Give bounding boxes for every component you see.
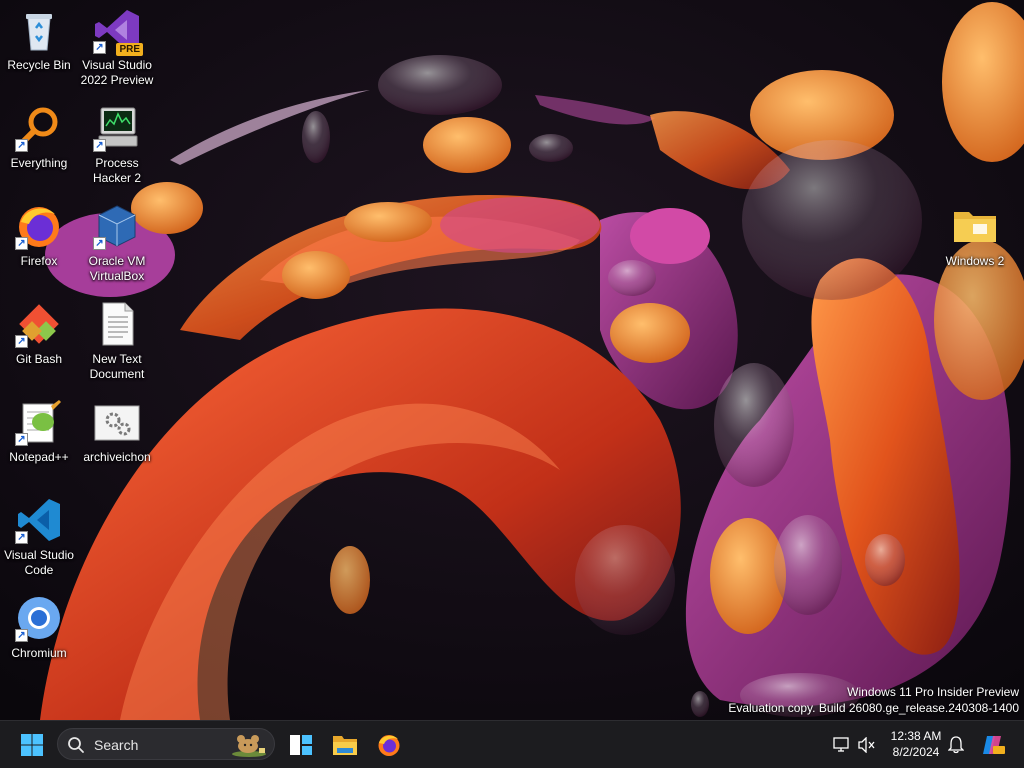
shortcut-arrow-icon: ↗	[15, 629, 28, 642]
start-icon	[21, 734, 43, 756]
task-view-icon	[290, 735, 312, 755]
desktop-icon-label: Notepad++	[9, 450, 69, 464]
firefox-icon: ↗	[15, 202, 63, 250]
desktop-icon-label: Everything	[10, 156, 68, 170]
shortcut-arrow-icon: ↗	[15, 139, 28, 152]
desktop-icon-process-hacker[interactable]: ↗ Process Hacker 2	[78, 104, 156, 186]
virtualbox-icon: ↗	[93, 202, 141, 250]
desktop-icon-label: Git Bash	[15, 352, 63, 366]
volume-muted-icon	[858, 737, 875, 753]
desktop-icon-git-bash[interactable]: ↗ Git Bash	[0, 300, 78, 367]
watermark-build: Evaluation copy. Build 26080.ge_release.…	[728, 701, 1019, 715]
search-placeholder: Search	[94, 737, 139, 753]
firefox-icon	[378, 735, 400, 756]
desktop-icon-label: Oracle VM VirtualBox	[88, 254, 146, 283]
chromium-icon: ↗	[15, 594, 63, 642]
desktop-icon-label: Visual Studio 2022 Preview	[80, 58, 154, 87]
network-status-button[interactable]	[832, 735, 852, 755]
desktop-icon-label: archiveichon	[83, 450, 151, 464]
process-hacker-icon: ↗	[93, 104, 141, 152]
desktop-icon-label: Firefox	[20, 254, 58, 268]
visual-studio-preview-icon: PRE ↗	[93, 6, 143, 56]
desktop-icon-everything[interactable]: ↗ Everything	[0, 104, 78, 171]
start-button[interactable]	[12, 725, 52, 765]
file-explorer-button[interactable]	[325, 725, 365, 765]
bell-icon	[948, 736, 964, 754]
desktop-icon-label: Windows 2	[945, 254, 1005, 268]
desktop-icon-vscode[interactable]: ↗ Visual Studio Code	[0, 496, 78, 578]
settings-file-icon	[93, 398, 141, 446]
preview-badge: PRE	[116, 43, 143, 56]
search-icon	[68, 737, 84, 753]
shortcut-arrow-icon: ↗	[15, 335, 28, 348]
windows-evaluation-watermark: Windows 11 Pro Insider Preview Evaluatio…	[728, 684, 1019, 716]
taskbar: Search 12:38 AM 8/2/2024	[0, 720, 1024, 768]
git-bash-icon: ↗	[15, 300, 63, 348]
desktop-icon-archiveichon[interactable]: archiveichon	[78, 398, 156, 465]
shortcut-arrow-icon: ↗	[15, 433, 28, 446]
desktop-icon-label: Recycle Bin	[7, 58, 71, 72]
shortcut-arrow-icon: ↗	[93, 237, 106, 250]
desktop-icon-label: New Text Document	[89, 352, 145, 381]
volume-muted-button[interactable]	[856, 735, 876, 755]
shortcut-arrow-icon: ↗	[15, 237, 28, 250]
text-document-icon	[93, 300, 141, 348]
taskbar-search-box[interactable]: Search	[57, 728, 275, 760]
clock-date: 8/2/2024	[892, 745, 940, 759]
task-view-button[interactable]	[281, 725, 321, 765]
firefox-taskbar-button[interactable]	[369, 725, 409, 765]
shortcut-arrow-icon: ↗	[93, 41, 106, 54]
search-highlight-mouse-icon	[232, 735, 266, 757]
desktop-icon-chromium[interactable]: ↗ Chromium	[0, 594, 78, 661]
file-explorer-icon	[333, 736, 357, 755]
desktop-icon-notepad-plus-plus[interactable]: ↗ Notepad++	[0, 398, 78, 465]
notifications-button[interactable]	[946, 735, 966, 755]
desktop-icon-label: Chromium	[11, 646, 67, 660]
clock-time: 12:38 AM	[890, 729, 942, 743]
network-monitor-icon	[833, 737, 849, 752]
desktop-icon-virtualbox[interactable]: ↗ Oracle VM VirtualBox	[78, 202, 156, 284]
copilot-preview-icon	[983, 736, 1005, 754]
desktop-icon-recycle-bin[interactable]: Recycle Bin	[0, 6, 78, 73]
system-clock[interactable]: 12:38 AM 8/2/2024	[876, 728, 956, 760]
watermark-edition: Windows 11 Pro Insider Preview	[847, 685, 1019, 699]
desktop-icon-windows-2-folder[interactable]: Windows 2	[936, 202, 1014, 269]
everything-search-icon: ↗	[15, 104, 63, 152]
desktop-icon-new-text-document[interactable]: New Text Document	[78, 300, 156, 382]
copilot-button[interactable]	[980, 735, 1006, 755]
notepad-plus-plus-icon: ↗	[15, 398, 63, 446]
desktop-icon-label: Visual Studio Code	[4, 548, 74, 577]
desktop-icon-visual-studio-preview[interactable]: PRE ↗ Visual Studio 2022 Preview	[78, 6, 156, 88]
shortcut-arrow-icon: ↗	[15, 531, 28, 544]
desktop-icon-label: Process Hacker 2	[92, 156, 142, 185]
folder-icon	[951, 202, 999, 250]
recycle-bin-icon	[15, 6, 63, 54]
shortcut-arrow-icon: ↗	[93, 139, 106, 152]
desktop-icon-firefox[interactable]: ↗ Firefox	[0, 202, 78, 269]
vscode-icon: ↗	[15, 496, 63, 544]
